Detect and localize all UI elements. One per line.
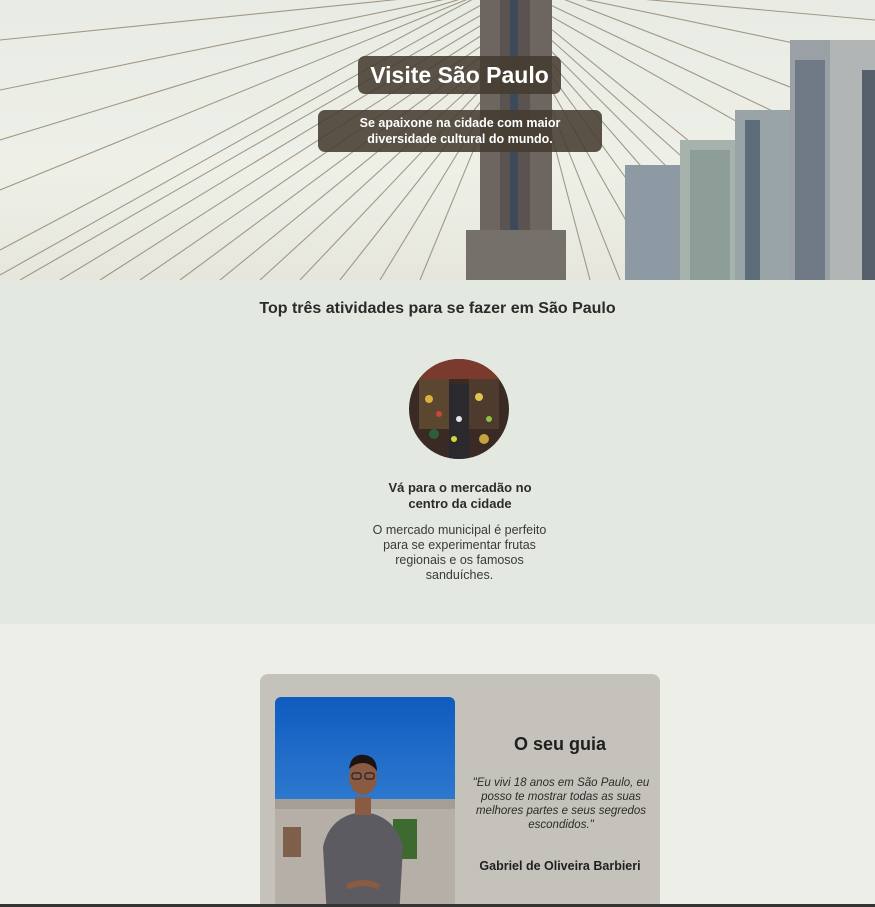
guide-quote-line: "Eu vivi 18 anos em São Paulo, eu — [472, 777, 650, 789]
market-image — [409, 359, 509, 459]
guide-quote: "Eu vivi 18 anos em São Paulo, eu posso … — [466, 776, 656, 832]
guide-photo — [275, 697, 455, 907]
hero-title: Visite São Paulo — [358, 56, 561, 94]
activities-heading: Top três atividades para se fazer em São… — [259, 300, 616, 317]
hero-subtitle-line: diversidade cultural do mundo. — [367, 132, 553, 146]
activity-title: Vá para o mercadão no centro da cidade — [375, 480, 545, 512]
activity-description: O mercado municipal é perfeito para se e… — [362, 523, 557, 583]
guide-title: O seu guia — [513, 734, 607, 754]
hero-subtitle-line: Se apaixone na cidade com maior — [359, 116, 561, 130]
guide-name: Gabriel de Oliveira Barbieri — [479, 859, 641, 873]
hero-subtitle: Se apaixone na cidade com maior diversid… — [318, 110, 602, 152]
guide-card: O seu guia "Eu vivi 18 anos em São Paulo… — [260, 674, 660, 907]
activity-description-line: sanduíches. — [425, 568, 494, 582]
guide-quote-line: posso te mostrar todas as suas — [481, 791, 641, 803]
activity-description-line: regionais e os famosos — [395, 553, 524, 567]
activity-description-line: O mercado municipal é perfeito — [372, 523, 547, 537]
guide-quote-line: escondidos." — [528, 819, 594, 831]
activity-title-line: Vá para o mercadão no — [388, 480, 532, 495]
activities-section: Top três atividades para se fazer em São… — [0, 280, 875, 624]
guide-quote-line: melhores partes e seus segredos — [475, 805, 647, 817]
hero-banner: Visite São Paulo Se apaixone na cidade c… — [0, 0, 875, 280]
activity-description-line: para se experimentar frutas — [383, 538, 536, 552]
guide-section: O seu guia "Eu vivi 18 anos em São Paulo… — [0, 624, 875, 907]
activity-title-line: centro da cidade — [408, 496, 512, 511]
